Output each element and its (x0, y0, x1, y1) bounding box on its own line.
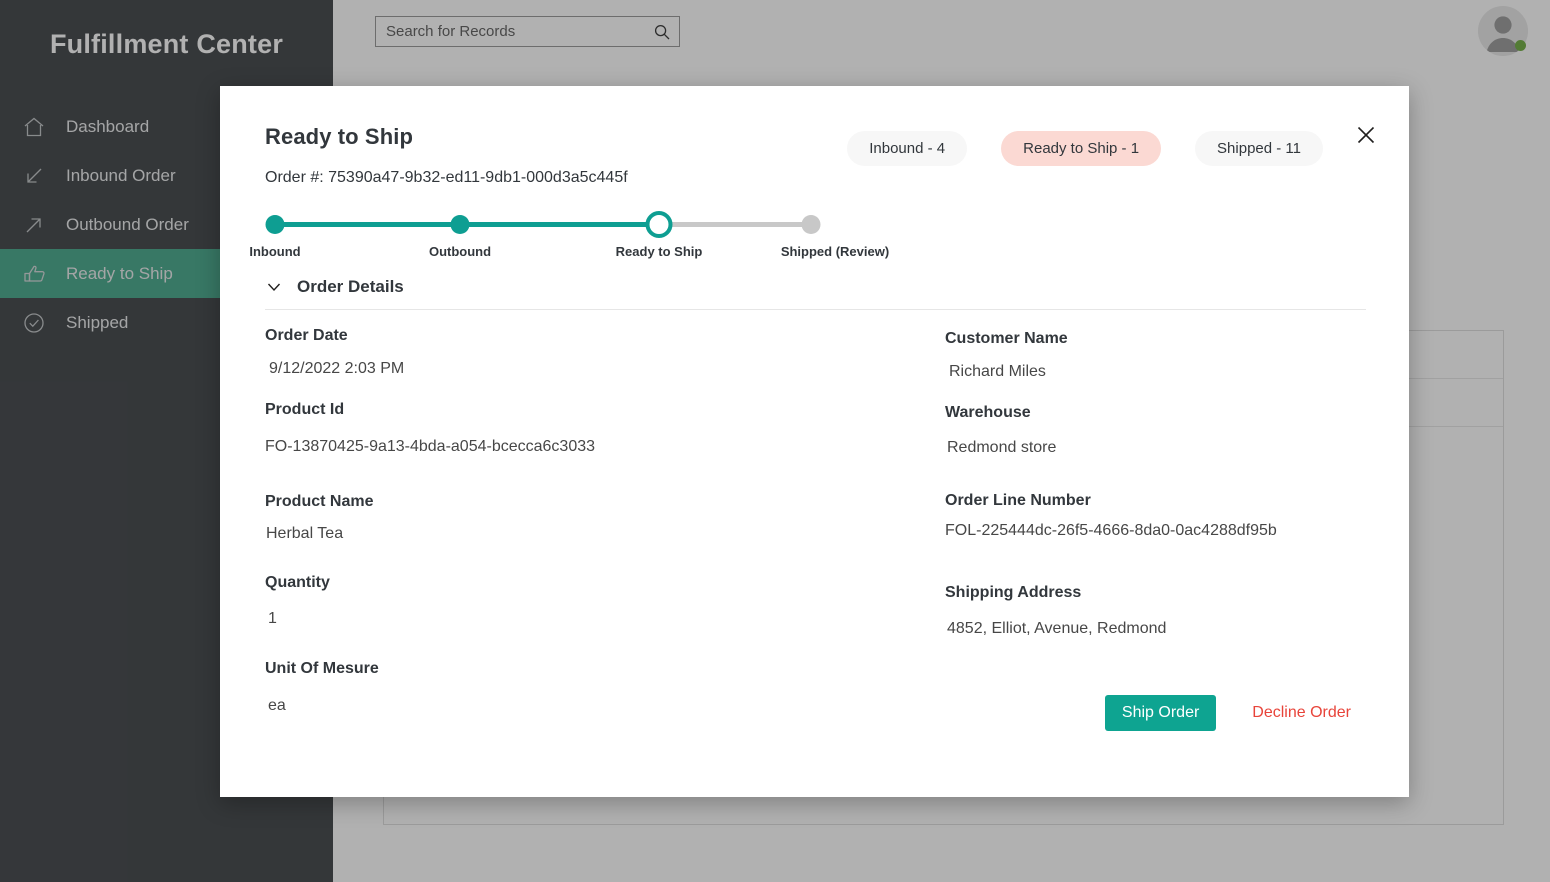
field-warehouse: Warehouse Redmond store (945, 403, 1365, 487)
order-details-section-toggle[interactable]: Order Details (265, 277, 1365, 297)
order-detail-dialog: Ready to Ship Order #: 75390a47-9b32-ed1… (220, 86, 1409, 797)
close-icon[interactable] (1350, 119, 1382, 151)
field-value: 9/12/2022 2:03 PM (265, 346, 945, 396)
field-value: FO-13870425-9a13-4bda-a054-bcecca6c3033 (265, 420, 945, 488)
field-value: ea (265, 679, 945, 717)
field-label: Customer Name (945, 329, 1365, 349)
field-unit-of-measure: Unit Of Mesure ea (265, 659, 945, 717)
field-value: Redmond store (945, 423, 1365, 487)
order-details-grid: Order Date 9/12/2022 2:03 PM Product Id … (265, 326, 1365, 721)
status-pill-inbound[interactable]: Inbound - 4 (847, 131, 967, 166)
field-shipping-address: Shipping Address 4852, Elliot, Avenue, R… (945, 583, 1365, 640)
dialog-actions: Ship Order Decline Order (1105, 695, 1351, 731)
stepper-node-outbound[interactable] (451, 215, 470, 234)
stepper-label: Shipped (Review) (781, 244, 889, 259)
field-label: Order Line Number (945, 491, 1365, 511)
field-value: FOL-225444dc-26f5-4666-8da0-0ac4288df95b (945, 511, 1365, 580)
stepper-node-shipped[interactable] (802, 215, 821, 234)
stepper-label: Outbound (429, 244, 491, 259)
field-label: Warehouse (945, 403, 1365, 423)
field-customer-name: Customer Name Richard Miles (945, 326, 1365, 399)
field-label: Quantity (265, 573, 945, 593)
field-quantity: Quantity 1 (265, 573, 945, 655)
stepper-node-ready-to-ship[interactable] (646, 211, 673, 238)
stepper-label: Ready to Ship (616, 244, 703, 259)
field-value: 4852, Elliot, Avenue, Redmond (945, 603, 1365, 640)
field-label: Product Name (265, 492, 945, 512)
section-title: Order Details (297, 277, 404, 297)
status-filter-pills: Inbound - 4 Ready to Ship - 1 Shipped - … (847, 131, 1323, 166)
section-divider (265, 309, 1366, 310)
order-progress-stepper: Inbound Outbound Ready to Ship Shipped (… (265, 210, 821, 266)
stepper-label: Inbound (249, 244, 300, 259)
details-column-left: Order Date 9/12/2022 2:03 PM Product Id … (265, 326, 945, 721)
decline-order-button[interactable]: Decline Order (1252, 704, 1351, 722)
status-pill-shipped[interactable]: Shipped - 11 (1195, 131, 1323, 166)
field-label: Shipping Address (945, 583, 1365, 603)
field-product-id: Product Id FO-13870425-9a13-4bda-a054-bc… (265, 400, 945, 488)
field-label: Order Date (265, 326, 945, 346)
ship-order-button[interactable]: Ship Order (1105, 695, 1216, 731)
field-product-name: Product Name Herbal Tea (265, 492, 945, 570)
field-value: Richard Miles (945, 349, 1365, 399)
app-root: Fulfillment Center Dashboard Inbound Ord… (0, 0, 1550, 882)
field-order-date: Order Date 9/12/2022 2:03 PM (265, 326, 945, 396)
order-number: Order #: 75390a47-9b32-ed11-9db1-000d3a5… (265, 169, 1365, 187)
details-column-right: Customer Name Richard Miles Warehouse Re… (945, 326, 1365, 721)
stepper-node-inbound[interactable] (266, 215, 285, 234)
field-value: 1 (265, 593, 945, 655)
field-value: Herbal Tea (265, 512, 945, 570)
field-order-line-number: Order Line Number FOL-225444dc-26f5-4666… (945, 491, 1365, 580)
field-label: Product Id (265, 400, 945, 420)
status-pill-ready-to-ship[interactable]: Ready to Ship - 1 (1001, 131, 1161, 166)
field-label: Unit Of Mesure (265, 659, 945, 679)
chevron-down-icon (265, 278, 283, 296)
